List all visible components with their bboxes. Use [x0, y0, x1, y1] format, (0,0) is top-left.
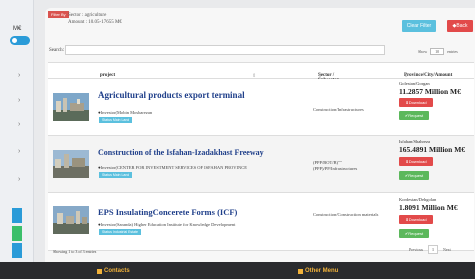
projects-table: project ⇕ Sector / Subsector ⇕ Province/…: [48, 62, 474, 251]
menu-icon: [298, 269, 303, 274]
filter-amount: Amount : 10.05-17655 M€: [68, 20, 122, 25]
project-sector: Construction/Construction materials: [313, 212, 379, 217]
currency-toggle[interactable]: [10, 36, 30, 45]
pagination: Previous 1 Next: [409, 245, 451, 254]
entries-select[interactable]: 10: [430, 48, 445, 55]
project-title[interactable]: EPS InsulatingConcerete Forms (ICF): [98, 207, 237, 217]
status-badge: Status Main Land: [99, 172, 133, 178]
other-menu-link[interactable]: Other Menu: [305, 268, 338, 274]
project-title[interactable]: Construction of the Isfahan-Izadakhast F…: [98, 148, 264, 157]
filter-badge: Filter By: [48, 11, 69, 18]
search-label: Search:: [49, 48, 64, 53]
project-thumbnail[interactable]: [53, 206, 89, 234]
project-title[interactable]: Agricultural products export terminal: [98, 90, 245, 100]
status-badge: Status Industrial Estate: [99, 229, 141, 235]
bottom-bar: Contacts Other Menu: [0, 262, 475, 279]
page-1-button[interactable]: 1: [428, 245, 438, 254]
download-button[interactable]: ⬇Download: [399, 215, 433, 224]
project-province: Isfahan/Shahreza: [399, 139, 430, 144]
rail-chevron-3[interactable]: ›: [18, 121, 20, 128]
project-thumbnail[interactable]: [53, 93, 89, 121]
search-input[interactable]: [65, 45, 385, 55]
show-entries: Show 10 entries: [418, 48, 458, 55]
show-suffix: entries: [447, 49, 458, 54]
project-amount: 1.8091 Million M€: [399, 203, 458, 212]
request-button[interactable]: ✔Request: [399, 111, 429, 120]
filter-summary: Sector : agriculture Amount : 10.05-1765…: [68, 12, 122, 26]
project-amount: 11.2857 Million M€: [399, 87, 461, 96]
filter-sector: Sector : agriculture: [68, 13, 107, 18]
rail-block-green[interactable]: [12, 226, 22, 241]
rail-block-blue[interactable]: [12, 208, 22, 223]
rail-chevron-2[interactable]: ›: [18, 97, 20, 104]
left-rail: M€ › › › › ›: [0, 0, 34, 262]
project-province: Kordestan/Dehgolan: [399, 197, 437, 202]
previous-button[interactable]: Previous: [409, 247, 423, 252]
table-row: Construction of the Isfahan-Izadakhast F…: [48, 136, 474, 193]
project-investor: ●Investor(Saranda) Higher Education Inst…: [98, 222, 236, 227]
status-badge: Status Main Land: [99, 117, 133, 123]
table-row: Agricultural products export terminal ●I…: [48, 79, 474, 136]
project-investor: ●Investor(CENTER FOR INVESTMENT SERVICES…: [98, 165, 247, 170]
clear-filter-button[interactable]: Clear Filter: [402, 20, 436, 32]
main-panel: Filter By Sector : agriculture Amount : …: [45, 8, 475, 262]
rail-chevron-1[interactable]: ›: [18, 72, 20, 79]
table-header: project ⇕ Sector / Subsector ⇕ Province/…: [48, 62, 474, 83]
show-prefix: Show: [418, 49, 428, 54]
project-sector: (PPP/BOT/B)""(PPP)/PP/Infrastructures: [313, 160, 358, 171]
back-button[interactable]: ◆Back: [447, 20, 473, 32]
request-button[interactable]: ✔Request: [399, 171, 429, 180]
project-thumbnail[interactable]: [53, 150, 89, 178]
download-button[interactable]: ⬇Download: [399, 98, 433, 107]
request-button[interactable]: ✔Request: [399, 229, 429, 238]
project-sector: Construction/Infrastructures: [313, 107, 364, 112]
table-info: Showing 1 to 3 of 3 entries: [53, 249, 97, 254]
project-province: Golestan/Gorgan: [399, 81, 430, 86]
download-button[interactable]: ⬇Download: [399, 157, 433, 166]
next-button[interactable]: Next: [443, 247, 451, 252]
table-row: EPS InsulatingConcerete Forms (ICF) ●Inv…: [48, 193, 474, 251]
currency-label: M€: [13, 26, 22, 32]
rail-chevron-5[interactable]: ›: [18, 176, 20, 183]
contacts-icon: [97, 269, 102, 274]
contacts-link[interactable]: Contacts: [104, 268, 130, 274]
project-amount: 165.4891 Million M€: [399, 145, 466, 154]
project-investor: ●Investor(Mobin Mosbarezan: [98, 110, 153, 115]
rail-chevron-4[interactable]: ›: [18, 148, 20, 155]
rail-block-blue-2[interactable]: [12, 243, 22, 258]
